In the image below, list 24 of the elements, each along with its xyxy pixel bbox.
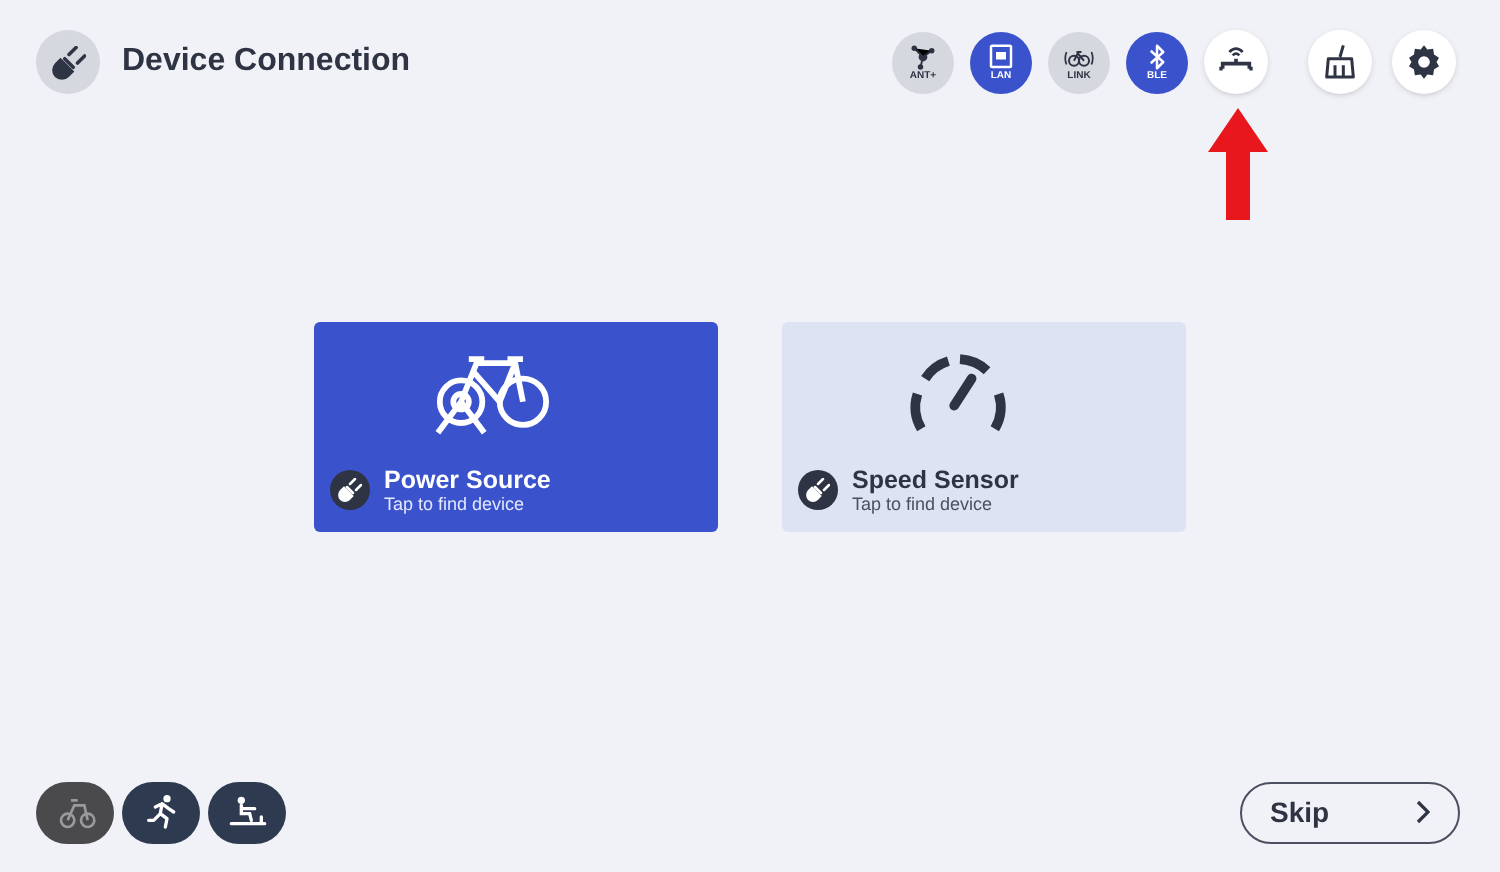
- card-subtitle: Tap to find device: [384, 493, 527, 513]
- page-title: Device Connection: [122, 42, 411, 82]
- device-card[interactable]: Speed Sensor Tap to find device: [782, 321, 1186, 531]
- pointer-arrow: [1208, 108, 1268, 220]
- card-subtitle: Tap to find device: [852, 493, 995, 513]
- clean-button[interactable]: [1308, 30, 1372, 94]
- skip-button[interactable]: Skip: [1240, 781, 1460, 843]
- ethernet-port-icon: [986, 42, 1016, 72]
- broom-icon: [1320, 42, 1360, 82]
- card-title: Power Source: [384, 465, 551, 493]
- network-nodes-icon: [908, 42, 938, 72]
- device-card[interactable]: Power Source Tap to find device: [314, 321, 718, 531]
- settings-button[interactable]: [1392, 30, 1456, 94]
- plug-icon: [36, 30, 100, 94]
- sport-button[interactable]: [36, 781, 114, 843]
- plug-icon: [330, 469, 370, 509]
- running-person-icon: [141, 792, 181, 832]
- chevron-right-icon: [1414, 800, 1430, 824]
- plug-icon: [798, 469, 838, 509]
- bridge-button[interactable]: [1204, 30, 1268, 94]
- sport-button[interactable]: [122, 781, 200, 843]
- card-title: Speed Sensor: [852, 465, 1019, 493]
- settings-icon: [1404, 42, 1444, 82]
- sport-button[interactable]: [208, 781, 286, 843]
